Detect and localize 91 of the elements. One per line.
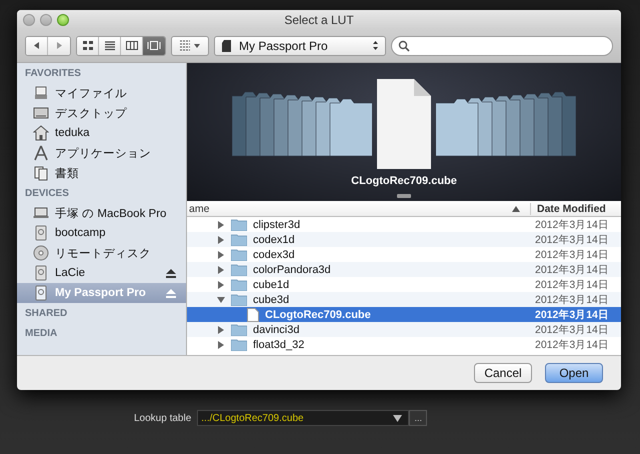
file-row[interactable]: cube1d 2012年3月14日: [187, 277, 621, 292]
disclosure-triangle-icon[interactable]: [217, 236, 225, 244]
right-triangle-icon: [54, 41, 64, 50]
file-row[interactable]: float3d_32 2012年3月14日: [187, 337, 621, 352]
folder-icon: [231, 234, 247, 246]
preview-caption: CLogtoRec709.cube: [350, 175, 458, 187]
sidebar-item[interactable]: teduka: [17, 123, 186, 143]
date-cell-text: 2012年3月14日: [535, 308, 610, 322]
disclosure-triangle-icon[interactable]: [217, 266, 225, 274]
date-cell-text: 2012年3月14日: [535, 218, 610, 232]
open-button[interactable]: Open: [545, 363, 603, 383]
home-icon: [33, 125, 49, 141]
up-down-arrows-icon: [372, 40, 379, 51]
date-cell-text: 2012年3月14日: [535, 278, 610, 292]
file-name: cube3d: [253, 294, 290, 306]
sidebar-item[interactable]: アプリケーション: [17, 143, 186, 163]
columns-icon: [124, 40, 138, 51]
sidebar-item[interactable]: デスクトップ: [17, 103, 186, 123]
hard-drive-icon: [33, 265, 49, 281]
disclosure-triangle-icon[interactable]: [217, 340, 225, 348]
date-cell-text: 2012年3月14日: [535, 338, 610, 352]
file-name: codex3d: [253, 248, 295, 260]
icon-grid-icon: [80, 40, 94, 51]
view-mode-button[interactable]: [143, 36, 165, 54]
drawer-icon: [33, 85, 49, 101]
window-title: Select a LUT: [283, 12, 355, 26]
hard-drive-icon: [33, 225, 49, 241]
column-header[interactable]: ame: [187, 202, 512, 214]
disclosure-triangle-icon[interactable]: [217, 220, 225, 228]
file-name: davinci3d: [253, 324, 300, 336]
folder-icon: [231, 264, 247, 276]
sidebar-item[interactable]: 手塚 の MacBook Pro: [17, 203, 186, 223]
zoom-button[interactable]: [57, 14, 69, 26]
file-row[interactable]: davinci3d 2012年3月14日: [187, 322, 621, 337]
sidebar-section-header: FAVORITES: [24, 67, 82, 81]
search-icon: [398, 40, 410, 52]
sidebar-item[interactable]: 書類: [17, 163, 186, 183]
lookup-table-label: Lookup table: [134, 412, 192, 424]
disclosure-triangle-icon[interactable]: [217, 280, 225, 288]
left-triangle-icon: [32, 41, 41, 50]
documents-icon: [33, 165, 49, 181]
file-row[interactable]: colorPandora3d 2012年3月14日: [187, 262, 621, 277]
cover-flow-icon: [147, 40, 161, 51]
laptop-icon: [33, 205, 49, 221]
view-mode-button[interactable]: [77, 36, 99, 54]
dropdown-arrow-icon: [393, 414, 402, 422]
disc-icon: [33, 245, 49, 261]
sidebar-section-header: SHARED: [24, 307, 68, 321]
sidebar-section-header: DEVICES: [24, 187, 70, 201]
file-name: float3d_32: [253, 338, 304, 350]
date-cell-text: 2012年3月14日: [535, 292, 610, 306]
file-row[interactable]: cube3d 2012年3月14日: [187, 292, 621, 307]
sidebar-item[interactable]: マイファイル: [17, 83, 186, 103]
date-cell-text: 2012年3月14日: [535, 232, 610, 246]
file-name: CLogtoRec709.cube: [265, 308, 371, 320]
file-name: codex1d: [253, 234, 295, 246]
date-cell-text: 2012年3月14日: [535, 262, 610, 276]
file-row[interactable]: CLogtoRec709.cube 2012年3月14日: [187, 307, 621, 322]
column-header[interactable]: Date Modified: [530, 202, 621, 214]
file-row[interactable]: codex1d 2012年3月14日: [187, 232, 621, 247]
sidebar-item[interactable]: LaCie: [17, 263, 186, 283]
sidebar-item[interactable]: bootcamp: [17, 223, 186, 243]
cancel-button[interactable]: Cancel: [474, 363, 532, 383]
file-name: clipster3d: [253, 218, 300, 230]
sort-arrow-icon: [512, 206, 520, 212]
disclosure-triangle-icon[interactable]: [217, 250, 225, 258]
sidebar-item[interactable]: リモートディスク: [17, 243, 186, 263]
scroll-thumb[interactable]: [397, 194, 411, 198]
document-icon: [247, 308, 259, 322]
hard-drive-icon: [33, 285, 49, 301]
location-popup[interactable]: My Passport Pro: [214, 36, 386, 56]
document-icon: [376, 78, 432, 170]
back-button[interactable]: [26, 36, 48, 54]
sidebar-section-header: MEDIA: [24, 327, 58, 341]
eject-icon[interactable]: [166, 268, 176, 278]
file-name: colorPandora3d: [253, 264, 331, 276]
date-cell-text: 2012年3月14日: [535, 248, 610, 262]
browse-button[interactable]: ...: [409, 410, 428, 426]
file-name: cube1d: [253, 278, 290, 290]
date-cell-text: 2012年3月14日: [535, 322, 610, 336]
arrange-button[interactable]: [171, 36, 209, 56]
lookup-table-dropdown[interactable]: .../CLogtoRec709.cube: [197, 410, 410, 426]
disclosure-triangle-icon[interactable]: [217, 326, 225, 334]
file-row[interactable]: clipster3d 2012年3月14日: [187, 217, 621, 232]
list-icon: [102, 40, 116, 51]
desktop-icon: [33, 105, 49, 121]
file-row[interactable]: codex3d 2012年3月14日: [187, 247, 621, 262]
drive-icon: [221, 38, 233, 52]
disclosure-triangle-icon[interactable]: [217, 296, 225, 304]
search-field[interactable]: [391, 36, 613, 56]
grid-dropdown-icon: [179, 40, 201, 51]
